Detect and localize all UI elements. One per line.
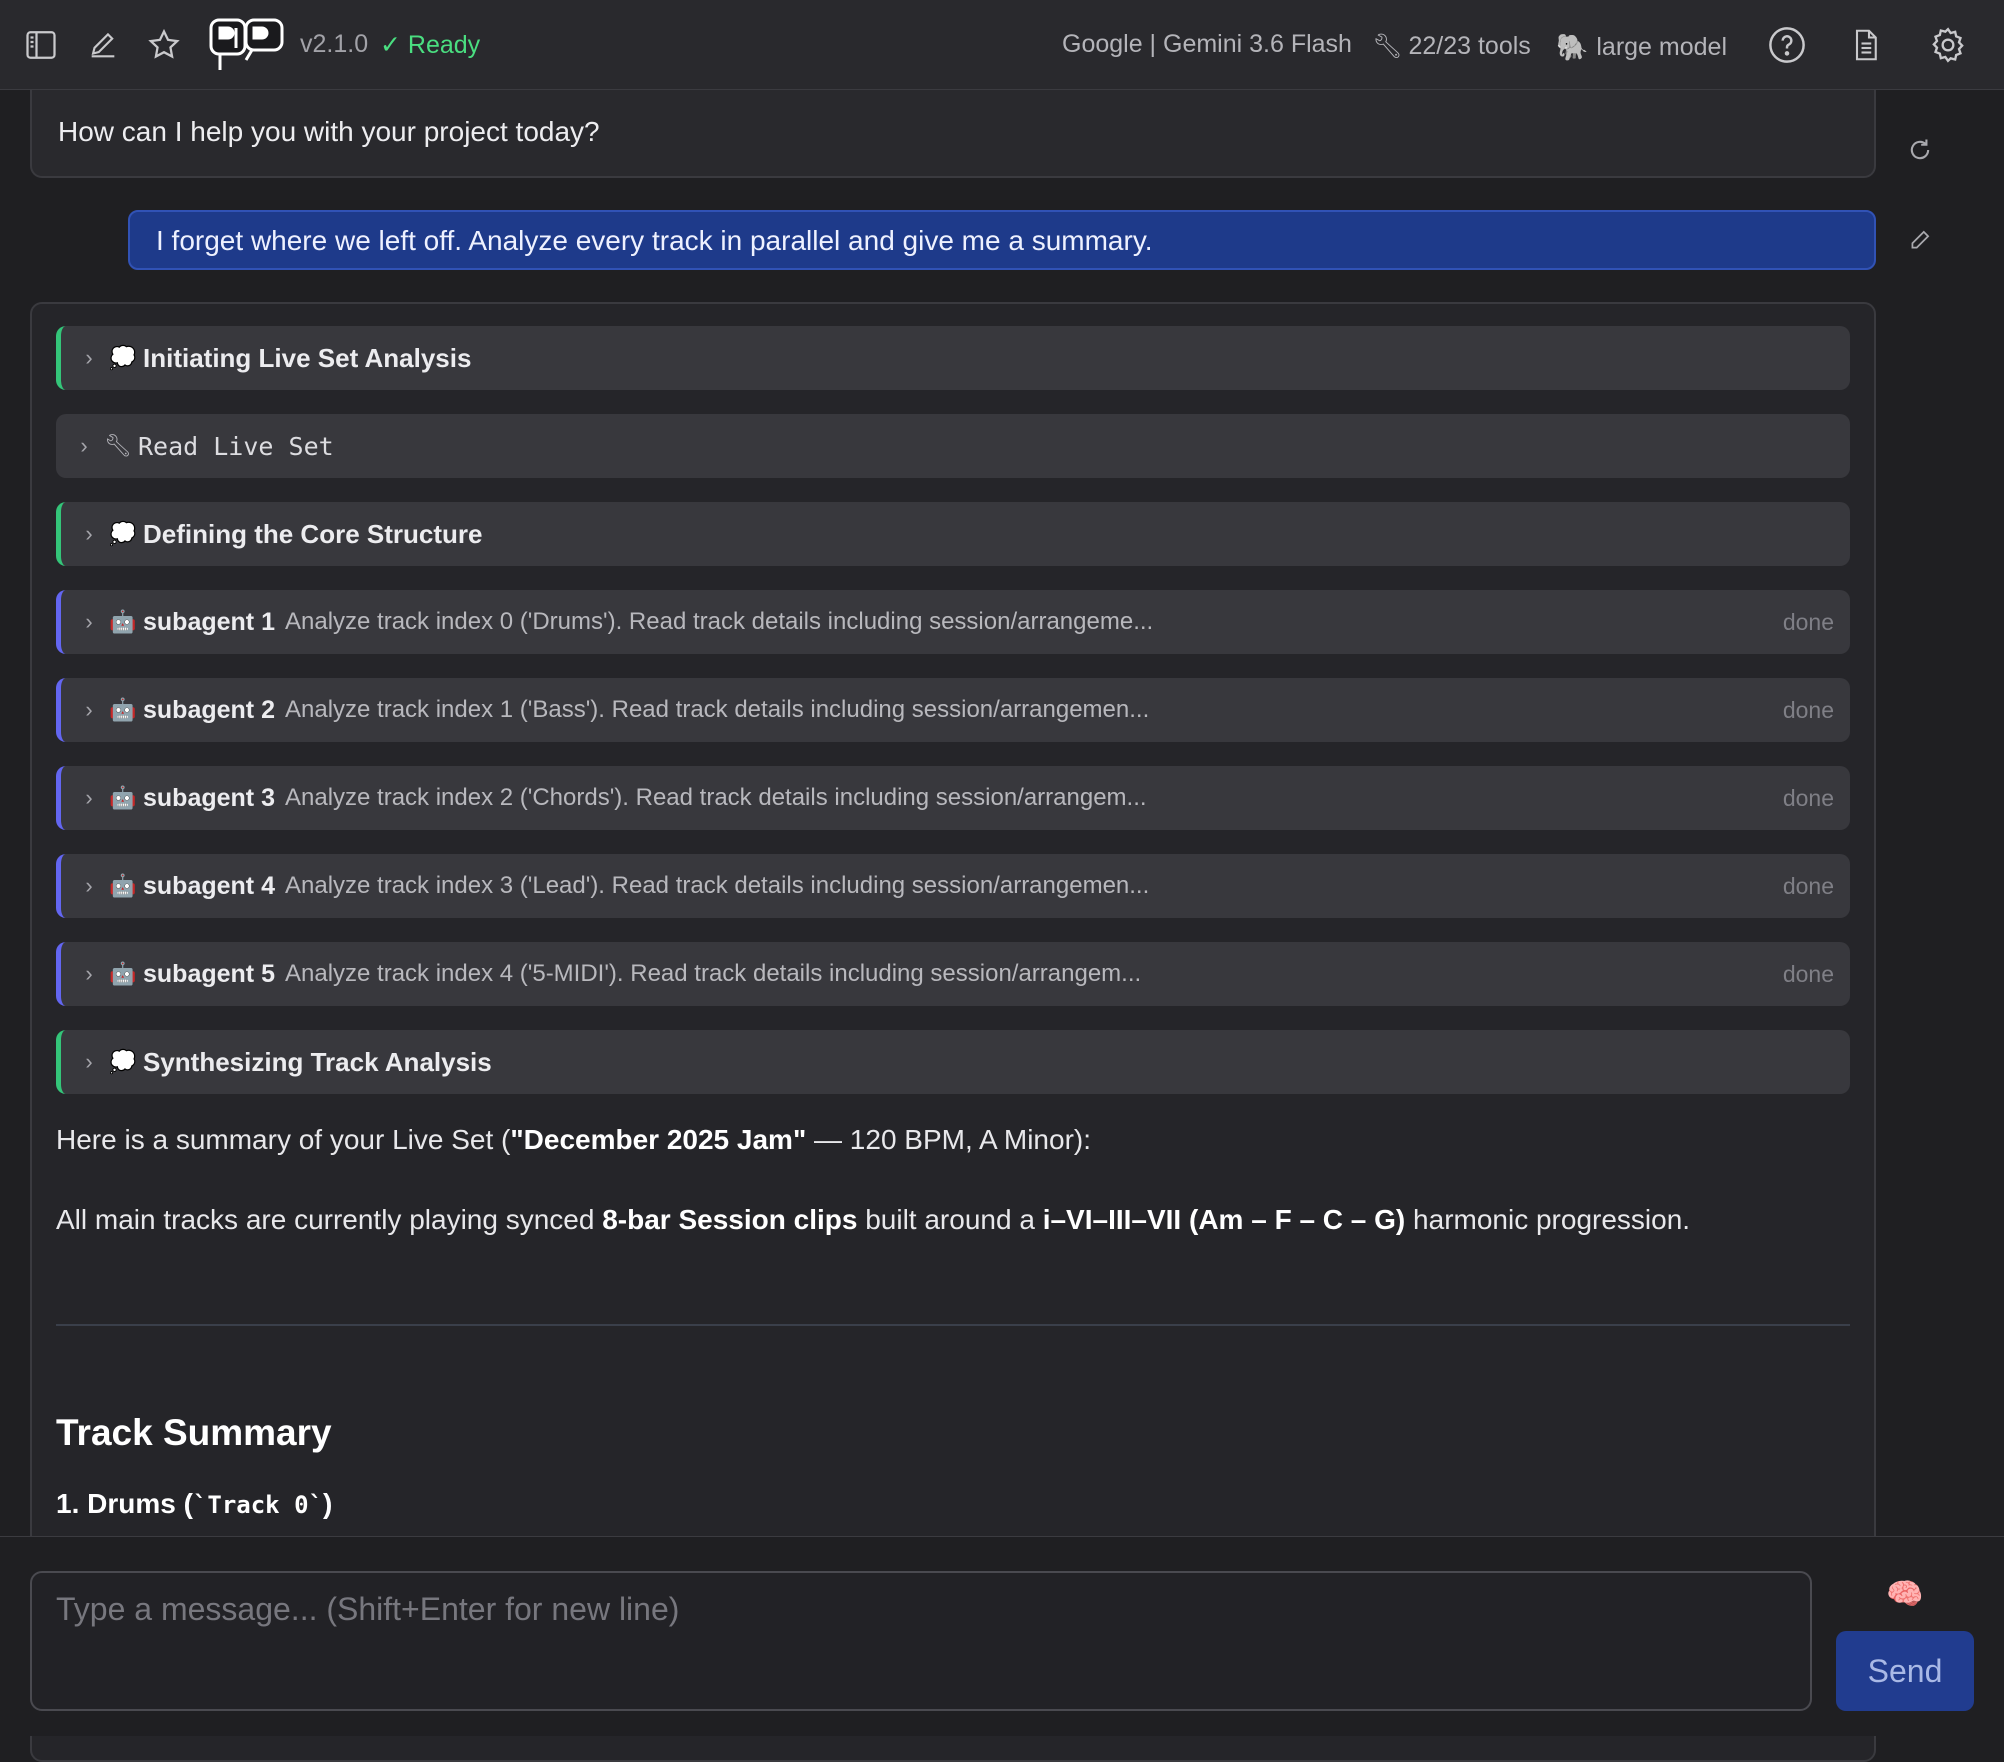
subagent-label: subagent 1 — [143, 607, 275, 636]
tool-call-step[interactable]: › 🔧︎ Read Live Set — [56, 414, 1850, 478]
text: All main tracks are currently playing sy… — [56, 1204, 603, 1235]
divider — [56, 1324, 1850, 1326]
subagent-step[interactable]: › 🤖 subagent 5 Analyze track index 4 ('5… — [56, 942, 1850, 1006]
chevron-right-icon: › — [85, 961, 93, 986]
model-size-label: large model — [1596, 33, 1728, 61]
top-toolbar: v2.1.0 ✓ Ready Google | Gemini 3.6 Flash… — [0, 0, 2004, 90]
user-message: I forget where we left off. Analyze ever… — [128, 210, 1876, 270]
robot-icon: 🤖 — [109, 873, 137, 898]
subagent-status: done — [1782, 608, 1834, 635]
send-button[interactable]: Send — [1836, 1631, 1974, 1711]
robot-icon: 🤖 — [109, 961, 137, 986]
tools-indicator[interactable]: 🔧︎ 22/23 tools — [1372, 32, 1531, 61]
summary-paragraph: Here is a summary of your Live Set ("Dec… — [56, 1124, 1091, 1156]
assistant-message: How can I help you with your project tod… — [30, 90, 1876, 178]
composer-bar: 🧠 Send — [0, 1536, 2004, 1736]
summary-paragraph: All main tracks are currently playing sy… — [56, 1204, 1690, 1236]
wrench-icon: 🔧︎ — [1372, 33, 1403, 60]
subagent-status: done — [1782, 696, 1834, 723]
app-logo — [208, 16, 286, 74]
subagent-step[interactable]: › 🤖 subagent 3 Analyze track index 2 ('C… — [56, 766, 1850, 830]
sidebar-toggle-icon[interactable] — [18, 22, 64, 68]
settings-gear-icon[interactable] — [1925, 22, 1971, 68]
track-heading: 1. Drums (`Track 0`) — [56, 1488, 332, 1520]
thought-bubble-icon: 💭 — [109, 521, 137, 546]
set-name: "December 2025 Jam" — [510, 1124, 807, 1155]
subagent-step[interactable]: › 🤖 subagent 2 Analyze track index 1 ('B… — [56, 678, 1850, 742]
subagent-description: Analyze track index 1 ('Bass'). Read tra… — [284, 696, 1150, 723]
chord-progression: i–VI–III–VII (Am – F – C – G) — [1042, 1204, 1406, 1235]
section-heading: Track Summary — [56, 1412, 332, 1453]
status-indicator: ✓ Ready — [380, 31, 481, 59]
chevron-right-icon: › — [85, 785, 93, 810]
user-message-text: I forget where we left off. Analyze ever… — [156, 225, 1153, 256]
star-icon[interactable] — [141, 22, 187, 68]
tool-name: Read Live Set — [138, 431, 334, 461]
assistant-greeting: How can I help you with your project tod… — [58, 116, 600, 147]
thought-bubble-icon: 💭 — [109, 345, 137, 370]
step-title: Initiating Live Set Analysis — [143, 342, 472, 373]
text: harmonic progression. — [1405, 1204, 1691, 1235]
subagent-description: Analyze track index 0 ('Drums'). Read tr… — [284, 608, 1154, 635]
subagent-description: Analyze track index 3 ('Lead'). Read tra… — [284, 872, 1150, 899]
thought-bubble-icon: 💭 — [109, 1049, 137, 1074]
subagent-label: subagent 4 — [143, 871, 275, 900]
app-version: v2.1.0 — [300, 30, 369, 58]
text: 1. Drums ( — [56, 1488, 193, 1519]
subagent-step[interactable]: › 🤖 subagent 1 Analyze track index 0 ('D… — [56, 590, 1850, 654]
subagent-status: done — [1782, 960, 1834, 987]
chevron-right-icon: › — [85, 345, 93, 370]
help-icon[interactable] — [1764, 22, 1810, 68]
subagent-status: done — [1782, 872, 1834, 899]
thought-step[interactable]: › 💭 Initiating Live Set Analysis — [56, 326, 1850, 390]
tools-count: 22/23 tools — [1408, 32, 1531, 60]
subagent-description: Analyze track index 2 ('Chords'). Read t… — [284, 784, 1147, 811]
robot-icon: 🤖 — [109, 697, 137, 722]
message-input[interactable] — [30, 1571, 1812, 1711]
subagent-label: subagent 2 — [143, 695, 275, 724]
step-title: Synthesizing Track Analysis — [143, 1046, 492, 1077]
text: — 120 BPM, A Minor): — [806, 1124, 1092, 1155]
chevron-right-icon: › — [85, 521, 93, 546]
edit-message-icon[interactable] — [1900, 220, 1940, 260]
step-title: Defining the Core Structure — [143, 518, 483, 549]
robot-icon: 🤖 — [109, 785, 137, 810]
text: built around a — [857, 1204, 1043, 1235]
subagent-step[interactable]: › 🤖 subagent 4 Analyze track index 3 ('L… — [56, 854, 1850, 918]
subagent-label: subagent 5 — [143, 959, 275, 988]
robot-icon: 🤖 — [109, 609, 137, 634]
model-size-toggle[interactable]: 🐘 large model — [1556, 32, 1727, 63]
regenerate-icon[interactable] — [1900, 130, 1940, 170]
subagent-label: subagent 3 — [143, 783, 275, 812]
new-chat-pencil-icon[interactable] — [80, 22, 126, 68]
brain-icon[interactable]: 🧠 — [1886, 1577, 1923, 1612]
chevron-right-icon: › — [85, 873, 93, 898]
text: ) — [322, 1488, 333, 1519]
thought-step[interactable]: › 💭 Defining the Core Structure — [56, 502, 1850, 566]
thought-step[interactable]: › 💭 Synthesizing Track Analysis — [56, 1030, 1850, 1094]
document-icon[interactable] — [1843, 22, 1889, 68]
subagent-status: done — [1782, 784, 1834, 811]
model-selector[interactable]: Google | Gemini 3.6 Flash — [1062, 30, 1352, 59]
elephant-icon: 🐘 — [1556, 32, 1589, 62]
chevron-right-icon: › — [80, 433, 88, 458]
chevron-right-icon: › — [85, 609, 93, 634]
wrench-icon: 🔧︎ — [104, 433, 132, 458]
chevron-right-icon: › — [85, 1049, 93, 1074]
chevron-right-icon: › — [85, 697, 93, 722]
subagent-description: Analyze track index 4 ('5-MIDI'). Read t… — [284, 960, 1142, 987]
text: Here is a summary of your Live Set ( — [56, 1124, 511, 1155]
inline-code: `Track 0` — [192, 1491, 323, 1519]
clip-length: 8-bar Session clips — [602, 1204, 858, 1235]
